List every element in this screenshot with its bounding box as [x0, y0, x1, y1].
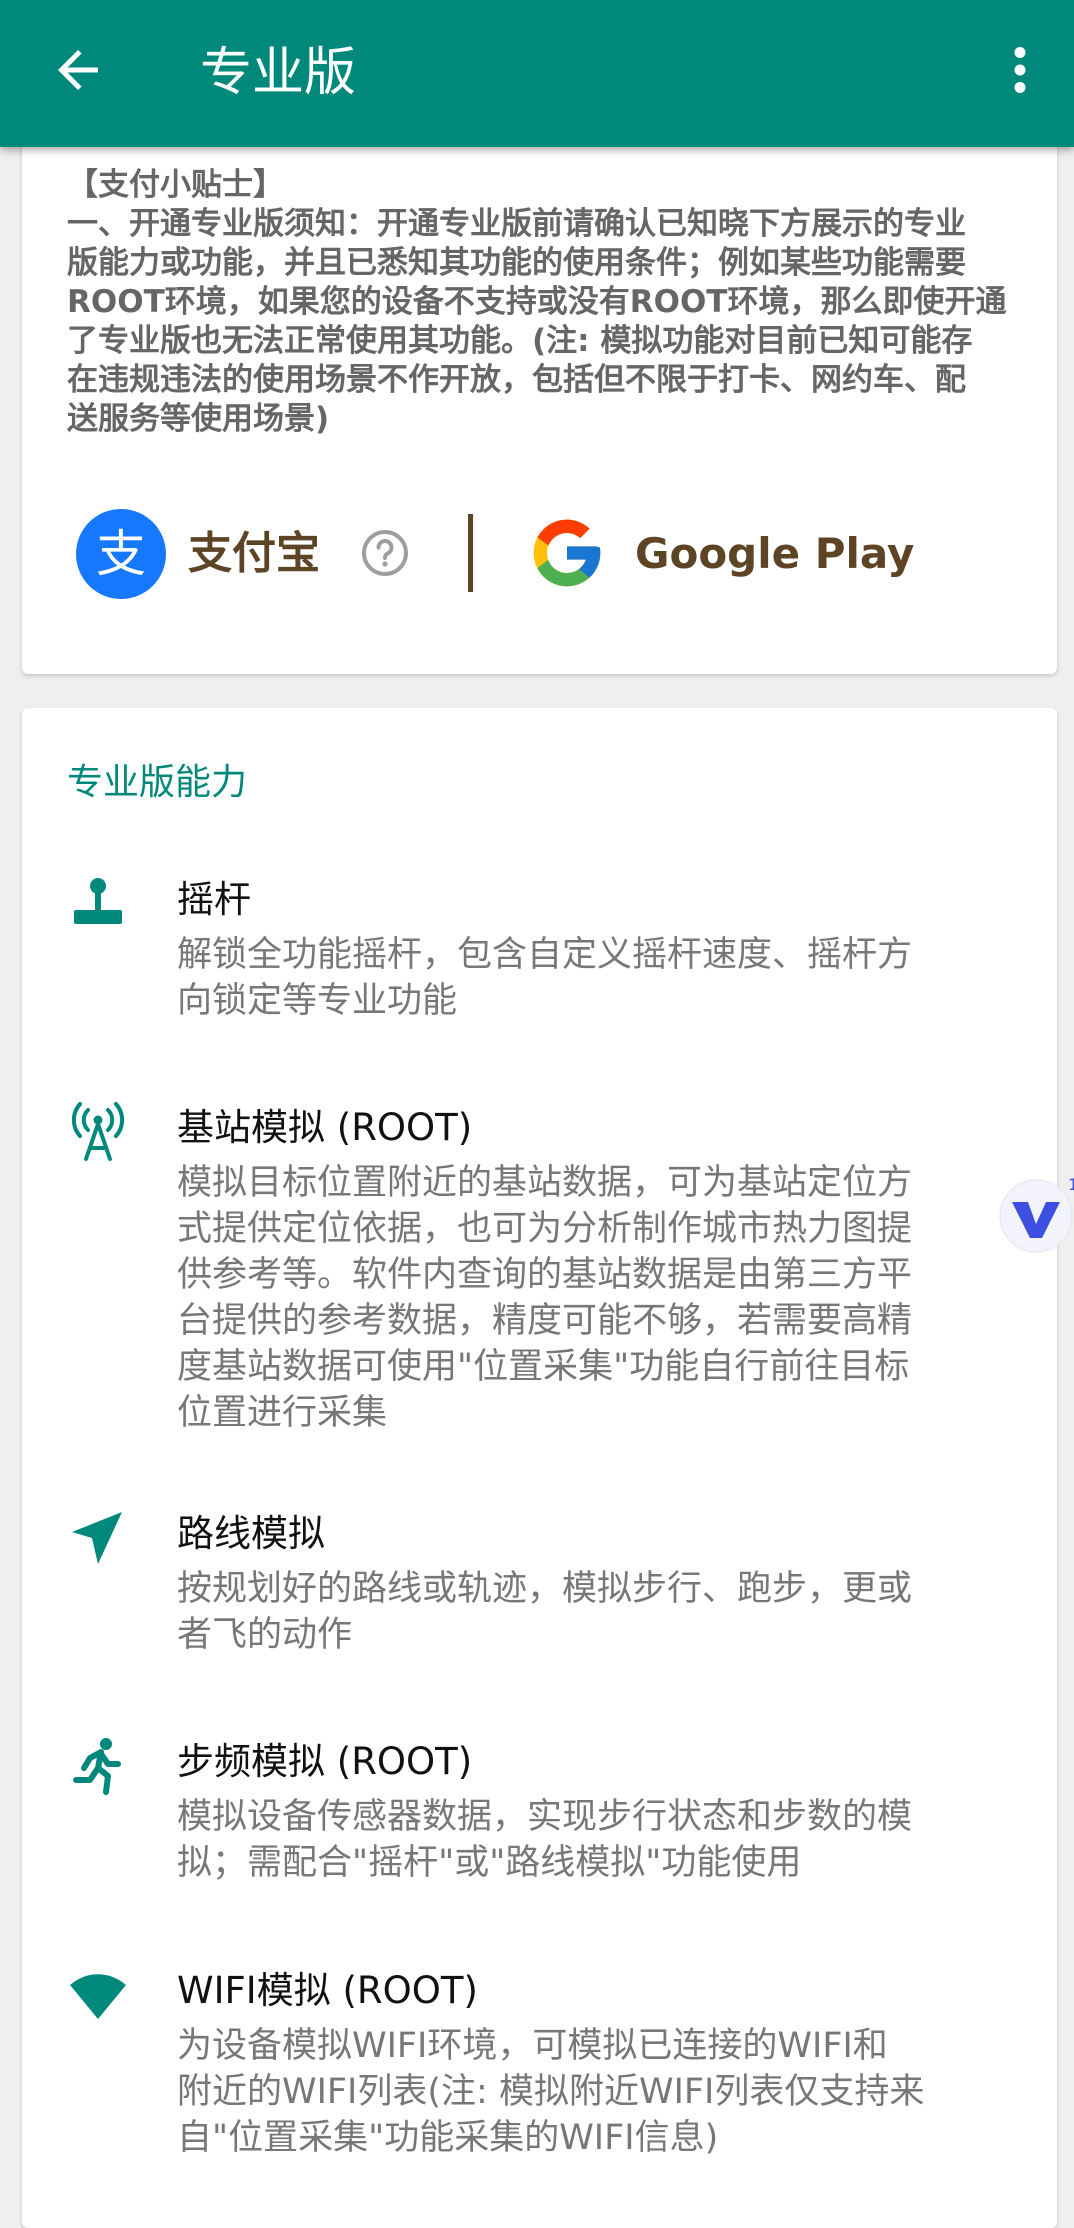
feature-desc-line: 按规划好的路线或轨迹，模拟步行、跑步，更或	[177, 1569, 913, 1609]
payment-divider	[468, 514, 473, 592]
feature-desc-line: 拟；需配合"摇杆"或"路线模拟"功能使用	[177, 1843, 802, 1883]
feature-desc-line: 向锁定等专业功能	[177, 981, 458, 1021]
payment-tips: 【支付小贴士】 一、开通专业版须知：开通专业版前请确认已知晓下方展示的专业 版能…	[67, 166, 1052, 439]
feature-desc-line: 台提供的参考数据，精度可能不够，若需要高精	[177, 1301, 913, 1341]
tip-line: ROOT环境，如果您的设备不支持或没有ROOT环境，那么即使开通	[67, 284, 1007, 320]
tip-line: 【支付小贴士】	[67, 167, 284, 203]
tip-line: 版能力或功能，并且已悉知其功能的使用条件；例如某些功能需要	[67, 245, 966, 281]
arrow-back-icon[interactable]	[48, 40, 108, 100]
joystick-icon	[74, 878, 122, 924]
feature-desc-line: 模拟目标位置附近的基站数据，可为基站定位方	[177, 1163, 913, 1203]
capabilities-card: 专业版能力 摇杆 解锁全功能摇杆，包含自定义摇杆速度、摇杆方 向锁定等专业功能 …	[22, 708, 1057, 2228]
alipay-logo-text: 支	[96, 525, 146, 583]
feature-desc-line: 位置进行采集	[177, 1393, 388, 1433]
page-title: 专业版	[200, 43, 357, 103]
feature-description: 按规划好的路线或轨迹，模拟步行、跑步，更或 者飞的动作	[177, 1566, 1032, 1658]
feature-description: 解锁全功能摇杆，包含自定义摇杆速度、摇杆方 向锁定等专业功能	[177, 932, 1032, 1024]
feature-desc-line: 附近的WIFI列表(注: 模拟附近WIFI列表仅支持来	[177, 2072, 925, 2112]
running-person-icon	[73, 1738, 121, 1795]
wifi-icon	[70, 1974, 126, 2019]
feature-desc-line: 者飞的动作	[177, 1615, 353, 1655]
navigation-arrow-icon	[72, 1512, 122, 1564]
feature-desc-line: 度基站数据可使用"位置采集"功能自行前往目标	[177, 1347, 910, 1387]
help-circle-icon[interactable]	[360, 528, 410, 578]
tip-line: 送服务等使用场景)	[67, 401, 330, 437]
tip-line: 一、开通专业版须知：开通专业版前请确认已知晓下方展示的专业	[67, 206, 966, 242]
feature-desc-line: 模拟设备传感器数据，实现步行状态和步数的模	[177, 1797, 913, 1837]
tip-line: 在违规违法的使用场景不作开放，包括但不限于打卡、网约车、配	[67, 362, 966, 398]
more-vert-icon[interactable]	[1000, 40, 1040, 100]
feature-desc-line: 供参考等。软件内查询的基站数据是由第三方平	[177, 1255, 913, 1295]
feature-name: WIFI模拟 (ROOT)	[177, 1969, 478, 2012]
alipay-logo-icon[interactable]: 支	[76, 509, 166, 599]
feature-description: 为设备模拟WIFI环境，可模拟已连接的WIFI和 附近的WIFI列表(注: 模拟…	[177, 2023, 1032, 2161]
feature-desc-line: 解锁全功能摇杆，包含自定义摇杆速度、摇杆方	[177, 935, 913, 975]
feature-desc-line: 式提供定位依据，也可为分析制作城市热力图提	[177, 1209, 913, 1249]
app-bar: 专业版	[0, 0, 1074, 147]
cell-tower-icon	[71, 1102, 125, 1161]
feature-name: 路线模拟	[177, 1512, 325, 1555]
payment-options: 支 支付宝 Google Play	[22, 500, 1057, 610]
google-logo-icon[interactable]	[527, 513, 607, 593]
floating-assistant-button[interactable]: 1	[998, 1172, 1074, 1262]
feature-name: 基站模拟 (ROOT)	[177, 1106, 473, 1149]
feature-name: 摇杆	[177, 878, 251, 921]
tip-line: 了专业版也无法正常使用其功能。(注: 模拟功能对目前已知可能存	[67, 323, 973, 359]
payment-card: 【支付小贴士】 一、开通专业版须知：开通专业版前请确认已知晓下方展示的专业 版能…	[22, 100, 1057, 674]
floating-badge: 1	[1068, 1175, 1074, 1194]
feature-desc-line: 为设备模拟WIFI环境，可模拟已连接的WIFI和	[177, 2026, 888, 2066]
feature-description: 模拟设备传感器数据，实现步行状态和步数的模 拟；需配合"摇杆"或"路线模拟"功能…	[177, 1794, 1032, 1886]
feature-description: 模拟目标位置附近的基站数据，可为基站定位方 式提供定位依据，也可为分析制作城市热…	[177, 1160, 1032, 1436]
feature-desc-line: 自"位置采集"功能采集的WIFI信息)	[177, 2118, 719, 2158]
google-play-button[interactable]: Google Play	[635, 526, 914, 582]
section-title: 专业版能力	[67, 762, 248, 803]
feature-name: 步频模拟 (ROOT)	[177, 1740, 473, 1783]
alipay-button[interactable]: 支付宝	[188, 524, 320, 584]
